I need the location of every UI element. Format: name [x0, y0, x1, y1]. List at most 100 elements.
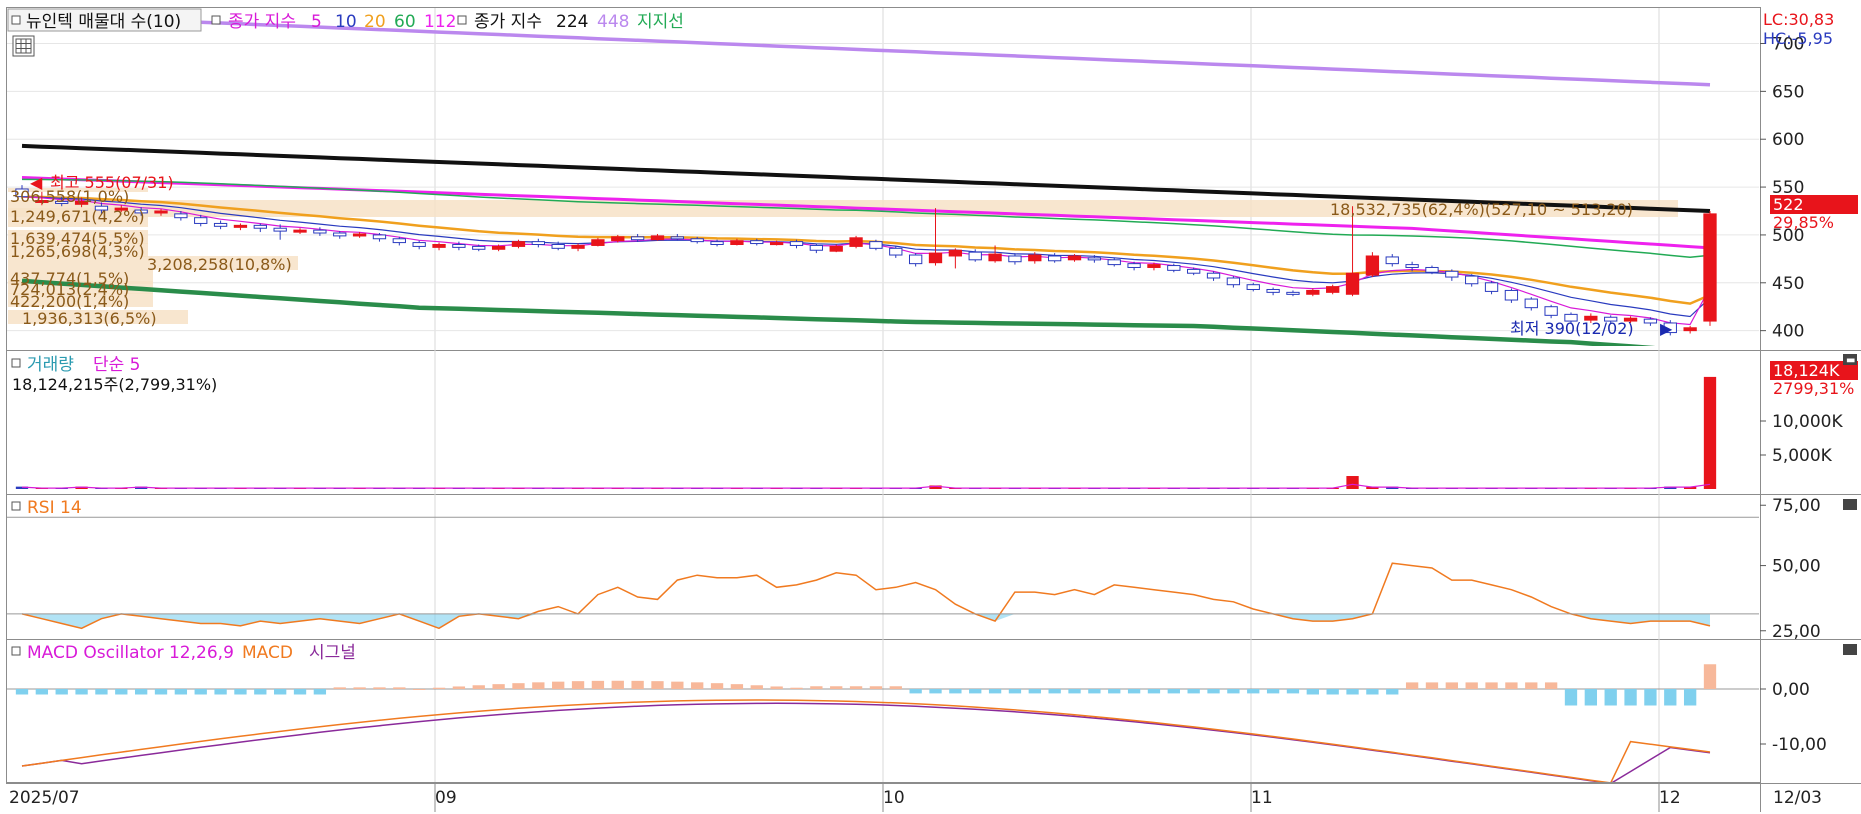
low-label: 최저 390(12/02)	[1510, 319, 1634, 338]
volume-profile-label: 1,265,698(4,3%)	[10, 242, 145, 261]
candle-down	[213, 222, 228, 227]
macd-oscillator-bar	[552, 681, 565, 689]
macd-oscillator-bar	[1505, 682, 1518, 689]
macd-oscillator-bar	[969, 689, 982, 694]
candle-up	[591, 239, 605, 246]
volume-bar	[1346, 476, 1359, 489]
candle-down	[1206, 272, 1221, 279]
candle-down	[1465, 275, 1479, 285]
candle-down	[710, 241, 724, 245]
candle-down	[273, 227, 287, 232]
x-label-dec: 12	[1659, 788, 1681, 808]
month-gridlines	[434, 8, 1660, 812]
candle-down	[1445, 270, 1459, 278]
price-tick-label: 600	[1772, 130, 1804, 150]
x-label-nov: 11	[1251, 788, 1273, 808]
macd-oscillator-bar	[234, 689, 247, 695]
x-axis: 2025/07 09 10 11 12 12/03	[9, 788, 1822, 808]
macd-oscillator-bar	[35, 689, 49, 695]
price-tick-label: 400	[1772, 322, 1804, 342]
volume-ma-label: 단순 5	[93, 355, 141, 375]
candle-down	[452, 244, 466, 248]
rsi-tick-label: 25,00	[1772, 622, 1821, 642]
macd-oscillator-bar	[710, 683, 724, 689]
grid-icon[interactable]	[12, 35, 35, 57]
ma-period-5: 5	[311, 12, 322, 32]
candle-down	[869, 241, 883, 249]
candle-up	[928, 252, 943, 264]
candle-up	[1067, 255, 1082, 261]
macd-oscillator-bar	[810, 686, 823, 689]
macd-oscillator-bar	[1346, 689, 1359, 695]
support-label: 지지선	[637, 12, 684, 32]
candle-down	[809, 244, 824, 251]
volume-ma-path	[21, 483, 1711, 489]
candle-up	[1345, 272, 1360, 295]
ma-period-60: 60	[394, 12, 416, 32]
ma-period-448: 448	[597, 12, 629, 32]
candle-down	[472, 245, 486, 250]
x-label-sep: 09	[435, 788, 457, 808]
macd-tick-label: 0,00	[1772, 680, 1810, 700]
ma-period-112: 112	[424, 12, 456, 32]
macd-oscillator-bar	[631, 680, 644, 689]
legend-square-icon	[457, 15, 467, 25]
x-label-jul: 2025/07	[9, 788, 80, 808]
macd-oscillator-bar	[1445, 682, 1458, 689]
stock-label[interactable]: 뉴인텍 매물대 수(10)	[26, 12, 181, 32]
candle-down	[1107, 259, 1121, 266]
rsi-oversold-fill	[22, 613, 1710, 629]
macd-oscillator-bar	[1703, 664, 1717, 689]
macd-oscillator-bar	[1068, 689, 1081, 694]
candle-down	[1246, 284, 1260, 290]
macd-oscillator-bar	[730, 684, 744, 689]
macd-oscillator-bar	[770, 686, 783, 689]
chart-canvas: 306,558(1,0%)1,249,671(4,2%)1,639,474(5,…	[6, 7, 1861, 812]
candle-down	[174, 213, 188, 219]
macd-oscillator-bar	[174, 689, 188, 695]
rsi-oversold-area	[22, 613, 1710, 629]
macd-oscillator-bar	[988, 689, 1002, 694]
macd-oscillator-bar	[651, 681, 664, 689]
macd-oscillator-bar	[1266, 689, 1280, 694]
macd-oscillator-bar	[154, 689, 168, 695]
volume-axis: 5,000K 10,000K	[1760, 412, 1843, 466]
panel-close-icon[interactable]	[1843, 499, 1857, 510]
low-marker: ▶	[1660, 319, 1673, 338]
svg-text:▬: ▬	[1846, 355, 1855, 366]
macd-oscillator-bar	[1664, 689, 1677, 706]
candle-up	[849, 237, 863, 247]
hc-label: HC:-5,95	[1763, 29, 1833, 48]
macd-oscillator-bar	[1624, 689, 1637, 706]
macd-oscillator-bar	[532, 682, 545, 689]
candle-up	[1683, 327, 1697, 332]
ma-prefix-2: 종가 지수	[474, 12, 542, 32]
candle-down	[670, 236, 684, 240]
stock-chart: 306,558(1,0%) 1,249,671(4,2%) 1,639,474(5,…	[0, 0, 1861, 814]
volume-bars	[15, 376, 1717, 489]
panel-close-icon[interactable]	[1843, 644, 1857, 655]
macd-oscillator-bar	[949, 689, 962, 694]
candle-up	[1028, 254, 1042, 262]
macd-oscillator-bar	[1644, 689, 1657, 706]
candle-up	[829, 245, 843, 252]
candle-up	[650, 235, 665, 241]
ma-period-20: 20	[364, 12, 386, 32]
candle-up	[571, 244, 585, 249]
panel-close-icon[interactable]: ▬	[1843, 354, 1857, 366]
macd-oscillator-bar	[373, 687, 386, 689]
ma-prefix: 종가 지수	[228, 12, 296, 32]
high-marker: ◀	[30, 173, 43, 192]
macd-oscillator-bar	[95, 689, 108, 695]
macd-oscillator-bar	[432, 687, 446, 689]
candle-down	[372, 234, 387, 240]
candle-up	[1703, 213, 1717, 322]
macd-title: MACD Oscillator 12,26,9	[27, 643, 234, 663]
legend-square-icon	[11, 15, 21, 25]
rsi-legend: RSI 14	[11, 498, 82, 518]
macd-oscillator-bar	[254, 689, 267, 695]
volume-title: 거래량	[27, 355, 74, 375]
candle-up	[511, 241, 526, 247]
candle-up	[1147, 264, 1161, 268]
volume-value-label: 18,124,215주(2,799,31%)	[12, 375, 217, 394]
